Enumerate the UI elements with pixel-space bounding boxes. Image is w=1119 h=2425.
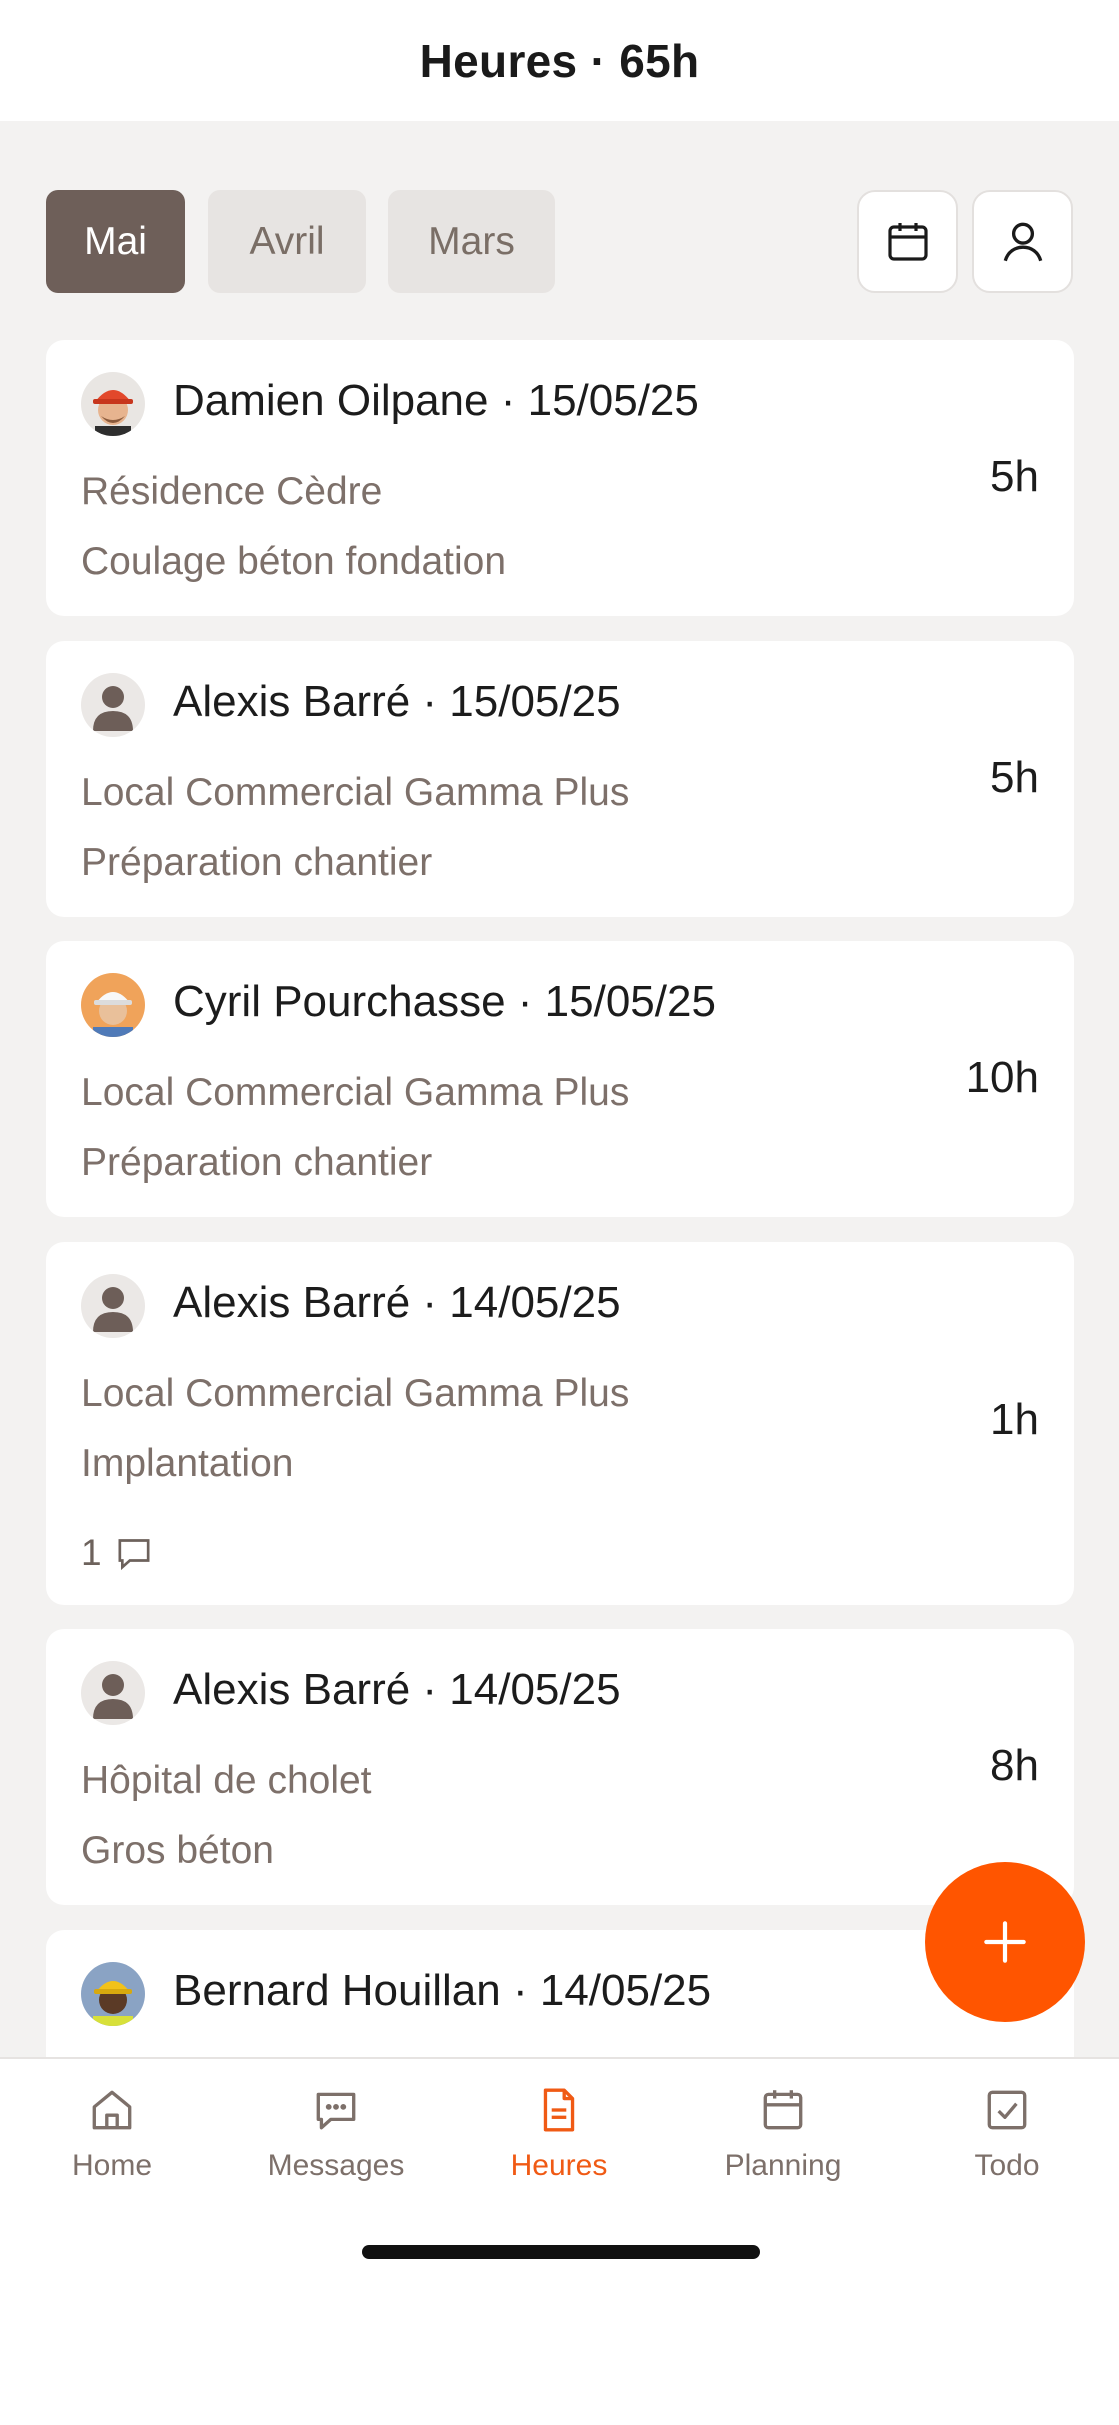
tab-todo[interactable]: Todo (895, 2059, 1119, 2209)
hours-entry-card[interactable]: Cyril Pourchasse · 15/05/25 Local Commer… (46, 941, 1074, 1217)
checkbox-icon (987, 2090, 1027, 2130)
month-tab-avril[interactable]: Avril (208, 190, 366, 293)
add-entry-button[interactable] (925, 1862, 1085, 2022)
hours-entry-card[interactable]: Damien Oilpane · 15/05/25 Résidence Cèdr… (46, 340, 1074, 616)
comment-count-value: 1 (81, 1532, 102, 1573)
top-header: Heures · 65h (0, 0, 1119, 121)
entry-site: Local Commercial Gamma Plus (81, 771, 630, 814)
entry-site: Résidence Cèdre (81, 470, 383, 513)
avatar (81, 1274, 145, 1338)
entry-hours: 1h (990, 1395, 1039, 1444)
entry-hours: 8h (990, 1741, 1039, 1790)
bottom-tab-bar: Home Messages Heures Planning Todo (0, 2057, 1119, 2425)
avatar (81, 372, 145, 436)
tab-label: Home (71, 2149, 153, 2182)
calendar-icon (763, 2090, 803, 2130)
entry-title: Alexis Barré · 15/05/25 (173, 677, 621, 726)
entry-task: Préparation chantier (81, 1141, 433, 1184)
entry-title: Alexis Barré · 14/05/25 (173, 1278, 621, 1327)
avatar (81, 1962, 145, 2026)
entry-title: Cyril Pourchasse · 15/05/25 (173, 977, 716, 1026)
entry-task: Gros béton (81, 1829, 274, 1872)
entry-hours: 10h (965, 1053, 1039, 1102)
hours-entry-card[interactable]: Alexis Barré · 15/05/25 Local Commercial… (46, 641, 1074, 917)
avatar (81, 1661, 145, 1725)
entry-title: Bernard Houillan · 14/05/25 (173, 1966, 712, 2015)
tab-label: Planning (724, 2149, 842, 2182)
entry-site: Hôpital de cholet (81, 1759, 372, 1802)
hours-entry-card[interactable]: Alexis Barré · 14/05/25 Hôpital de chole… (46, 1629, 1074, 1905)
home-icon (92, 2090, 132, 2130)
tab-home[interactable]: Home (0, 2059, 224, 2209)
entry-title: Alexis Barré · 14/05/25 (173, 1665, 621, 1714)
user-icon (1003, 222, 1042, 261)
tab-heures[interactable]: Heures (447, 2059, 671, 2209)
entry-hours: 5h (990, 753, 1039, 802)
calendar-filter-button[interactable] (857, 190, 958, 293)
entry-site: Local Commercial Gamma Plus (81, 1071, 630, 1114)
entry-site: Local Commercial Gamma Plus (81, 1372, 630, 1415)
user-filter-button[interactable] (972, 190, 1073, 293)
page-title: Heures · 65h (419, 34, 700, 87)
message-icon (316, 2092, 356, 2130)
month-tab-mai[interactable]: Mai (46, 190, 185, 293)
document-icon (543, 2088, 575, 2132)
tab-planning[interactable]: Planning (671, 2059, 895, 2209)
tab-label: Todo (974, 2149, 1040, 2182)
entry-task: Coulage béton fondation (81, 540, 507, 583)
tab-messages[interactable]: Messages (224, 2059, 448, 2209)
entry-task: Préparation chantier (81, 841, 433, 884)
entry-title: Damien Oilpane · 15/05/25 (173, 376, 699, 425)
entry-task: Implantation (81, 1442, 294, 1485)
calendar-icon (887, 222, 928, 261)
month-filter-bar: Mai Avril Mars (46, 190, 1073, 293)
tab-label: Messages (267, 2149, 405, 2182)
tab-label: Heures (510, 2149, 608, 2182)
entry-hours: 5h (990, 452, 1039, 501)
plus-icon (984, 1921, 1026, 1963)
month-tab-mars[interactable]: Mars (388, 190, 555, 293)
avatar (81, 973, 145, 1037)
hours-entry-card[interactable]: Alexis Barré · 14/05/25 Local Commercial… (46, 1242, 1074, 1605)
avatar (81, 673, 145, 737)
home-indicator[interactable] (362, 2245, 760, 2259)
comment-count[interactable]: 1 (81, 1532, 154, 1574)
comment-icon (118, 1539, 150, 1571)
